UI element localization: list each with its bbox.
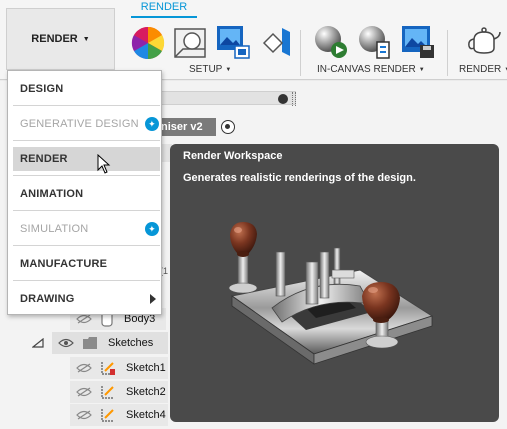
- capture-image-icon[interactable]: [400, 24, 436, 60]
- browser-row-sketch4[interactable]: Sketch4: [70, 404, 168, 426]
- mouse-cursor-icon: [97, 154, 111, 174]
- sketch-icon: [101, 362, 115, 375]
- browser-grip-icon[interactable]: [292, 92, 296, 106]
- tooltip-title: Render Workspace: [183, 150, 283, 162]
- browser-row-label: Sketch4: [126, 409, 166, 421]
- browser-row-label: Sketch1: [126, 362, 166, 374]
- menu-item-manufacture[interactable]: MANUFACTURE: [13, 252, 160, 276]
- browser-row-label: Sketches: [108, 337, 154, 349]
- menu-divider: [13, 245, 160, 246]
- browser-row-sketch1[interactable]: Sketch1: [70, 357, 168, 379]
- browser-header: [160, 91, 296, 105]
- scene-settings-icon[interactable]: [172, 26, 208, 60]
- browser-row-sketches[interactable]: Sketches: [52, 332, 168, 354]
- in-canvas-render-settings-icon[interactable]: [357, 24, 393, 60]
- workspace-switcher-button[interactable]: RENDER ▼: [6, 8, 115, 70]
- expand-triangle-icon[interactable]: [32, 338, 44, 348]
- browser-row-label: Sketch2: [126, 386, 166, 398]
- eye-icon[interactable]: [58, 338, 74, 348]
- active-component-radio-icon[interactable]: [221, 120, 235, 134]
- hidden-eye-icon[interactable]: [76, 410, 92, 420]
- caret-down-icon: ▼: [225, 67, 232, 73]
- tooltip-description: Generates realistic renderings of the de…: [183, 172, 416, 184]
- appearance-icon[interactable]: [131, 26, 165, 60]
- menu-item-simulation[interactable]: SIMULATION ✦: [13, 217, 160, 241]
- texture-map-icon[interactable]: [215, 24, 251, 60]
- render-group-label[interactable]: RENDER▼: [459, 64, 507, 75]
- generative-design-icon: ✦: [145, 117, 159, 131]
- generative-design-icon: ✦: [145, 222, 159, 236]
- toolbar-divider: [447, 30, 448, 76]
- collapse-browser-icon[interactable]: [278, 94, 288, 104]
- toolbar-divider: [300, 30, 301, 76]
- sketch-icon: [101, 409, 114, 422]
- toolbar: RENDER ▼ RENDER SETUP ▼ IN-CANVAS RENDER…: [0, 0, 507, 80]
- menu-divider: [13, 280, 160, 281]
- submenu-arrow-icon: [150, 294, 156, 304]
- sketch-icon: [101, 386, 114, 399]
- hidden-eye-icon[interactable]: [76, 387, 92, 397]
- hidden-eye-icon[interactable]: [76, 363, 92, 373]
- teapot-render-icon[interactable]: [466, 26, 502, 56]
- menu-divider: [13, 105, 160, 106]
- in-canvas-render-icon[interactable]: [313, 24, 349, 60]
- menu-divider: [13, 210, 160, 211]
- menu-divider: [13, 140, 160, 141]
- router-plane-render-image: [228, 222, 434, 365]
- decal-icon[interactable]: [260, 26, 294, 60]
- hidden-eye-icon[interactable]: [76, 314, 92, 324]
- workspace-menu: DESIGN GENERATIVE DESIGN ✦ RENDER ANIMAT…: [7, 70, 162, 315]
- menu-item-design[interactable]: DESIGN: [13, 77, 160, 101]
- browser-row-sketch2[interactable]: Sketch2: [70, 381, 168, 403]
- setup-group-label[interactable]: SETUP ▼: [189, 64, 231, 75]
- menu-item-drawing[interactable]: DRAWING: [13, 287, 160, 311]
- menu-item-render[interactable]: RENDER: [13, 147, 160, 171]
- menu-item-generative-design[interactable]: GENERATIVE DESIGN ✦: [13, 112, 160, 136]
- workspace-tooltip: Render Workspace Generates realistic ren…: [170, 144, 499, 422]
- caret-down-icon: ▼: [418, 67, 425, 73]
- tab-render[interactable]: RENDER: [131, 1, 197, 18]
- folder-icon: [83, 337, 97, 349]
- component-row[interactable]: niser v2: [158, 118, 216, 136]
- caret-down-icon: ▼: [82, 35, 90, 43]
- menu-divider: [13, 175, 160, 176]
- menu-item-animation[interactable]: ANIMATION: [13, 182, 160, 206]
- in-canvas-render-group-label[interactable]: IN-CANVAS RENDER ▼: [317, 64, 425, 75]
- workspace-label: RENDER: [31, 33, 78, 45]
